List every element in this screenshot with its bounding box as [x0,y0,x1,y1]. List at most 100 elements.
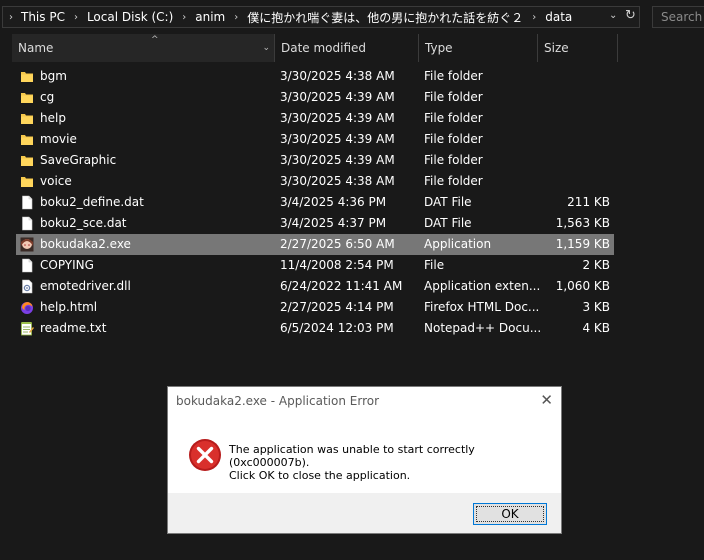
file-name: readme.txt [40,321,107,335]
sort-ascending-icon: ^ [151,35,159,45]
file-row[interactable]: COPYING 11/4/2008 2:54 PM File 2 KB [16,255,614,276]
file-row[interactable]: movie 3/30/2025 4:39 AM File folder [16,129,614,150]
column-header: ^ Name ⌄ Date modified Type Size [0,34,704,62]
breadcrumb-this-pc[interactable]: This PC [19,10,67,24]
file-type: File folder [424,153,483,167]
refresh-icon[interactable]: ↻ [625,8,636,23]
file-name: help.html [40,300,98,314]
file-name: COPYING [40,258,94,272]
file-row[interactable]: voice 3/30/2025 4:38 AM File folder [16,171,614,192]
file-name: boku2_define.dat [40,195,144,209]
application-error-dialog: bokudaka2.exe - Application Error ✕ The … [167,386,562,534]
dll-icon [20,279,34,294]
file-type: DAT File [424,216,472,230]
file-date-modified: 2/27/2025 4:14 PM [280,300,394,314]
address-bar[interactable]: › This PC › Local Disk (C:) › anim › 僕に抱… [2,6,640,28]
file-date-modified: 6/5/2024 12:03 PM [280,321,394,335]
file-row[interactable]: cg 3/30/2025 4:39 AM File folder [16,87,614,108]
file-size: 4 KB [582,321,610,335]
search-input[interactable]: Search d [652,6,704,28]
chevron-down-icon[interactable]: ⌄ [262,34,270,62]
file-size: 1,159 KB [555,237,610,251]
file-row[interactable]: boku2_sce.dat 3/4/2025 4:37 PM DAT File 1,5… [16,213,614,234]
breadcrumb-local-disk[interactable]: Local Disk (C:) [85,10,175,24]
column-size[interactable]: Size [538,34,618,62]
file-name: bokudaka2.exe [40,237,131,251]
ok-button[interactable]: OK [473,503,547,525]
dialog-title: bokudaka2.exe - Application Error [176,394,380,408]
breadcrumb-anim[interactable]: anim [193,10,227,24]
chevron-right-icon[interactable]: › [175,12,193,23]
file-date-modified: 3/4/2025 4:36 PM [280,195,387,209]
folder-icon [20,69,34,84]
file-type: Notepad++ Docu... [424,321,542,335]
folder-icon [20,174,34,189]
file-icon [20,258,34,273]
chevron-right-icon: › [9,11,13,23]
file-row[interactable]: bgm 3/30/2025 4:38 AM File folder [16,66,614,87]
file-date-modified: 6/24/2022 11:41 AM [280,279,403,293]
breadcrumb-data[interactable]: data [543,10,574,24]
file-name: boku2_sce.dat [40,216,127,230]
file-date-modified: 3/30/2025 4:39 AM [280,90,395,104]
file-size: 1,563 KB [555,216,610,230]
file-type: File folder [424,174,483,188]
file-name: movie [40,132,77,146]
folder-icon [20,90,34,105]
address-bar-area: › This PC › Local Disk (C:) › anim › 僕に抱… [0,0,704,34]
column-type[interactable]: Type [419,34,538,62]
folder-icon [20,153,34,168]
file-name: cg [40,90,55,104]
file-date-modified: 3/30/2025 4:38 AM [280,69,395,83]
chevron-right-icon[interactable]: › [67,12,85,23]
file-row[interactable]: help 3/30/2025 4:39 AM File folder [16,108,614,129]
close-icon[interactable]: ✕ [540,391,553,409]
file-date-modified: 3/30/2025 4:39 AM [280,111,395,125]
file-name: voice [40,174,72,188]
file-type: Application [424,237,492,251]
file-row[interactable]: help.html 2/27/2025 4:14 PM Firefox HTML D… [16,297,614,318]
file-name: help [40,111,66,125]
address-history-dropdown-icon[interactable]: ⌄ [609,10,617,21]
file-date-modified: 3/30/2025 4:39 AM [280,132,395,146]
file-size: 3 KB [582,300,610,314]
folder-icon [20,111,34,126]
file-row[interactable]: SaveGraphic 3/30/2025 4:39 AM File folder [16,150,614,171]
file-row[interactable]: emotedriver.dll 6/24/2022 11:41 AM Applica… [16,276,614,297]
file-row[interactable]: readme.txt 6/5/2024 12:03 PM Notepad++ Doc… [16,318,614,339]
column-name[interactable]: ^ Name ⌄ [12,34,275,62]
chevron-right-icon[interactable]: › [525,12,543,23]
notepad-icon [20,321,34,336]
file-date-modified: 3/4/2025 4:37 PM [280,216,387,230]
file-size: 1,060 KB [555,279,610,293]
file-type: File folder [424,69,483,83]
file-type: Application exten... [424,279,541,293]
file-date-modified: 3/30/2025 4:38 AM [280,174,395,188]
chevron-right-icon[interactable]: › [227,12,245,23]
file-type: File folder [424,132,483,146]
file-type: File folder [424,111,483,125]
file-icon [20,216,34,231]
breadcrumb: › This PC › Local Disk (C:) › anim › 僕に抱… [3,7,574,27]
dialog-message-line-1: The application was unable to start corr… [229,443,475,469]
breadcrumb-game-folder[interactable]: 僕に抱かれ喘ぐ妻は、他の男に抱かれた話を紡ぐ２ [245,9,525,26]
file-type: Firefox HTML Doc... [424,300,540,314]
error-icon [189,439,221,471]
column-date-modified[interactable]: Date modified [275,34,419,62]
file-date-modified: 11/4/2008 2:54 PM [280,258,394,272]
file-row[interactable]: boku2_define.dat 3/4/2025 4:36 PM DAT File… [16,192,614,213]
file-size: 2 KB [582,258,610,272]
file-type: File folder [424,90,483,104]
file-name: SaveGraphic [40,153,117,167]
file-date-modified: 2/27/2025 6:50 AM [280,237,395,251]
file-date-modified: 3/30/2025 4:39 AM [280,153,395,167]
ok-button-label: OK [501,507,519,521]
column-name-label: Name [18,41,54,55]
dialog-message-line-2: Click OK to close the application. [229,469,411,482]
file-type: DAT File [424,195,472,209]
file-icon [20,195,34,210]
dialog-footer: OK [168,493,561,533]
file-row[interactable]: bokudaka2.exe 2/27/2025 6:50 AM Applicatio… [16,234,614,255]
firefox-icon [20,300,34,315]
app-icon [20,237,34,252]
